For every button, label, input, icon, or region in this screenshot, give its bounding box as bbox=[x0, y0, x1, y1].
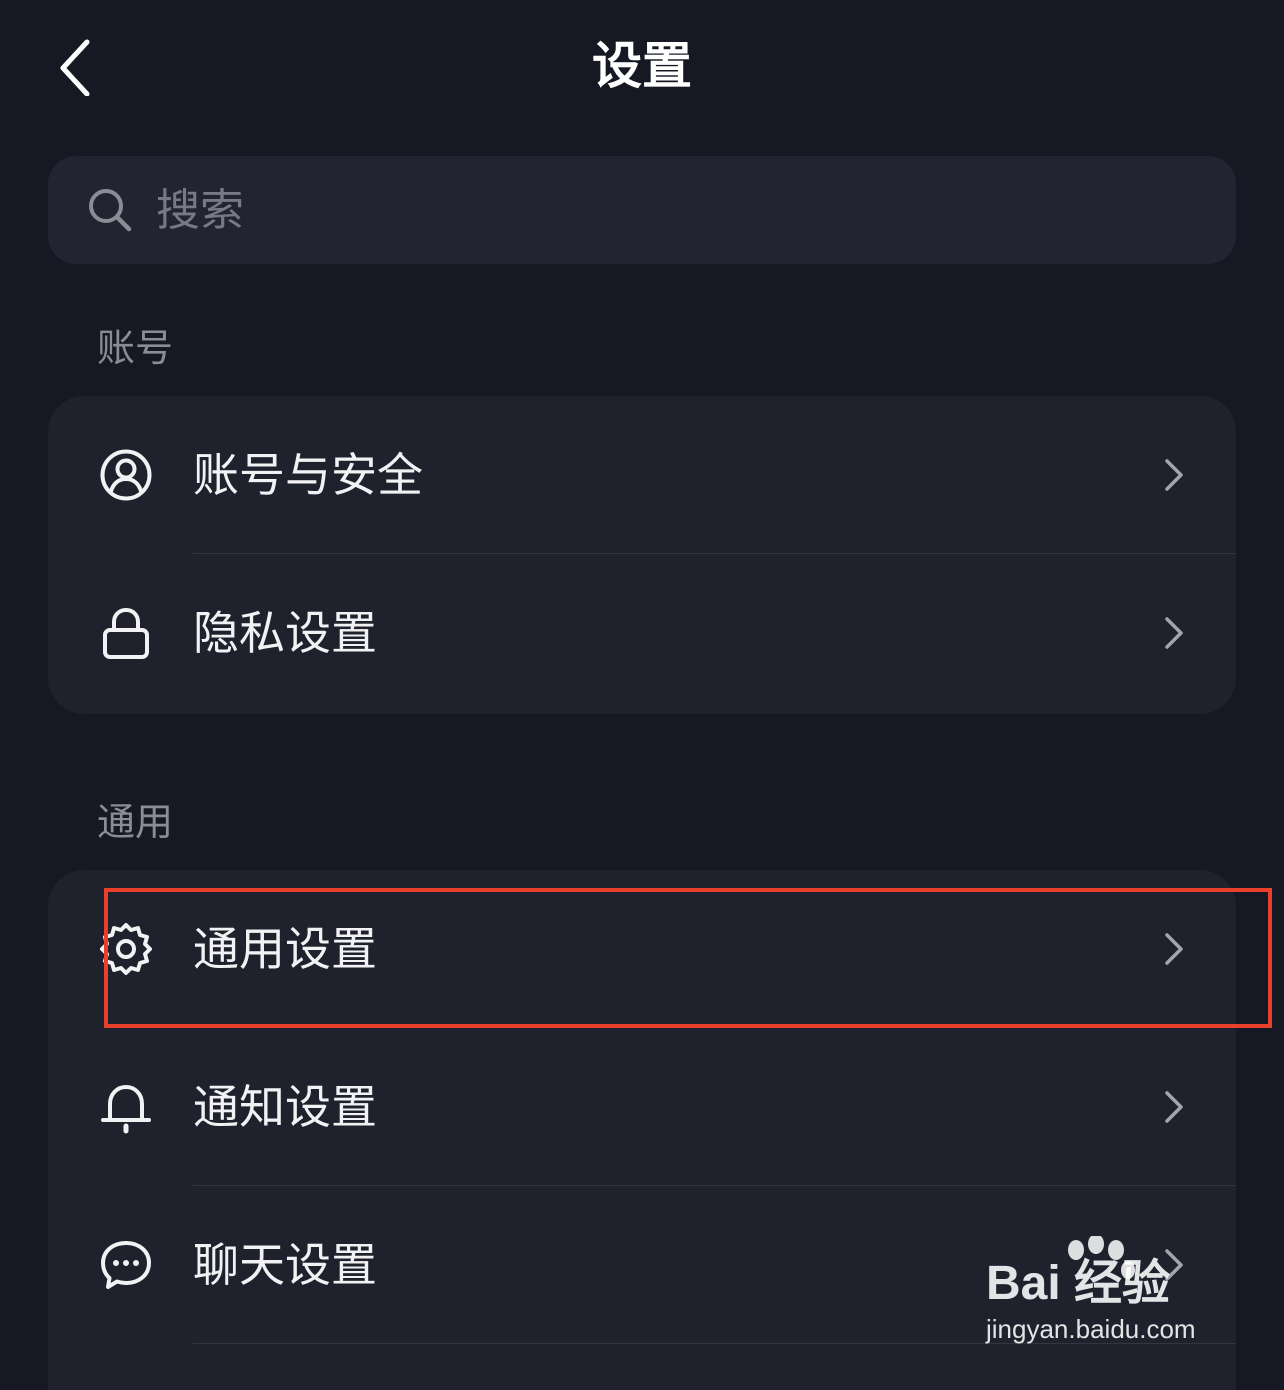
chevron-right-icon bbox=[1160, 613, 1188, 653]
chevron-right-icon bbox=[1160, 929, 1188, 969]
search-input[interactable] bbox=[156, 180, 1236, 240]
chat-bubble-icon bbox=[98, 1237, 154, 1293]
divider bbox=[193, 1343, 1236, 1344]
row-label: 通知设置 bbox=[193, 1080, 377, 1134]
account-settings-group: 账号与安全 隐私设置 bbox=[48, 396, 1236, 714]
page-title: 设置 bbox=[592, 37, 692, 95]
row-label: 通用设置 bbox=[193, 922, 377, 976]
lock-icon bbox=[98, 605, 154, 661]
row-label: 隐私设置 bbox=[193, 606, 377, 660]
chevron-right-icon bbox=[1160, 455, 1188, 495]
row-general-settings[interactable]: 通用设置 bbox=[48, 870, 1236, 1028]
general-settings-group: 通用设置 通知设置 聊天设置 bbox=[48, 870, 1236, 1390]
search-icon bbox=[86, 186, 134, 234]
section-label-general: 通用 bbox=[97, 800, 174, 844]
gear-icon bbox=[98, 921, 154, 977]
user-circle-icon bbox=[98, 447, 154, 503]
row-notification-settings[interactable]: 通知设置 bbox=[48, 1028, 1236, 1186]
bell-icon bbox=[98, 1079, 154, 1135]
row-chat-settings[interactable]: 聊天设置 bbox=[48, 1186, 1236, 1344]
header: 设置 bbox=[0, 0, 1284, 140]
search-bar[interactable] bbox=[48, 156, 1236, 264]
row-label: 聊天设置 bbox=[193, 1238, 377, 1292]
section-label-account: 账号 bbox=[97, 326, 174, 370]
row-label: 账号与安全 bbox=[193, 448, 423, 502]
chevron-right-icon bbox=[1160, 1245, 1188, 1285]
chevron-right-icon bbox=[1160, 1087, 1188, 1127]
row-account-security[interactable]: 账号与安全 bbox=[48, 396, 1236, 554]
row-privacy[interactable]: 隐私设置 bbox=[48, 554, 1236, 712]
